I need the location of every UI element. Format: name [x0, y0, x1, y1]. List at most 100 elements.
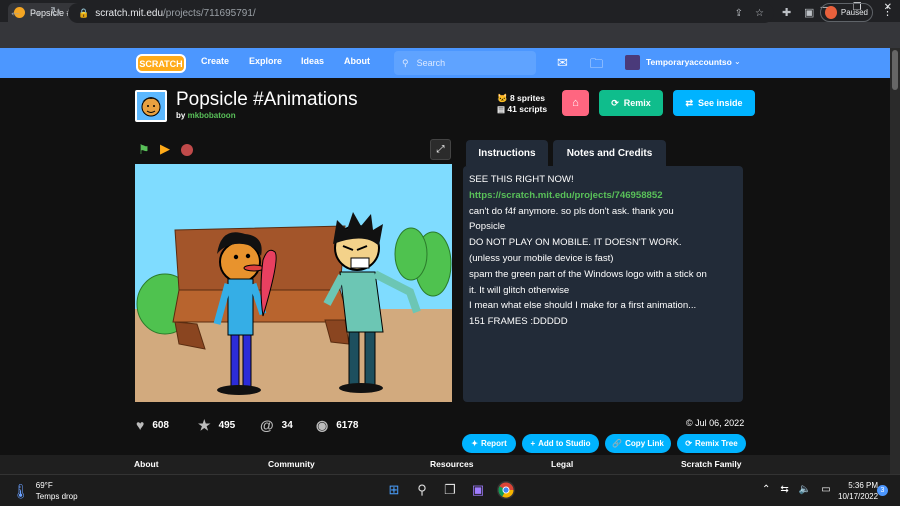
search-placeholder: Search — [416, 58, 446, 68]
instruction-line: it. It will glitch otherwise — [469, 284, 570, 296]
instruction-line: 151 FRAMES :DDDDD — [469, 316, 568, 328]
see-inside-button[interactable]: ⇄ See inside — [673, 90, 755, 116]
footer-resources: Resources — [430, 459, 474, 469]
back-icon[interactable]: ← — [9, 5, 22, 19]
battery-icon[interactable]: ▭ — [821, 484, 830, 495]
my-stuff-folder-icon[interactable]: 🗀 — [590, 55, 603, 77]
page-scrollbar[interactable] — [890, 48, 900, 474]
remix-swirl-icon: @ — [260, 417, 274, 433]
windows-start-icon[interactable]: ⊞ — [385, 481, 403, 499]
footer-about: About — [134, 459, 159, 469]
report-button[interactable]: ✦ Report — [462, 434, 516, 453]
address-bar[interactable]: 🔒 scratch.mit.edu/projects/711695791/ ⇪ … — [68, 3, 774, 23]
add-tag-button[interactable]: ⌂ — [562, 90, 589, 116]
see-inside-icon: ⇄ — [685, 97, 693, 108]
tab-notes-and-credits[interactable]: Notes and Credits — [553, 140, 666, 166]
favorite-stat[interactable]: ★ 495 — [198, 417, 235, 434]
footer-legal: Legal — [551, 459, 574, 469]
copyright-icon: © — [686, 418, 693, 428]
instruction-line: SEE THIS RIGHT NOW! — [469, 174, 574, 185]
teams-chat-icon[interactable]: ▣ — [469, 481, 487, 499]
project-stage[interactable] — [135, 164, 452, 402]
instruction-line: can't do f4f anymore. so pls don't ask. … — [469, 205, 674, 217]
instruction-line: I mean what else should I make for a fir… — [469, 300, 697, 312]
user-menu-chevron-icon[interactable]: ⌄ — [734, 57, 741, 66]
notification-badge[interactable]: 3 — [877, 485, 888, 496]
eye-icon: ◉ — [316, 417, 329, 433]
search-input[interactable]: ⚲ Search — [394, 51, 536, 75]
forward-icon[interactable]: → — [30, 5, 43, 19]
nav-ideas[interactable]: Ideas — [301, 56, 324, 66]
scrollbar-thumb[interactable] — [892, 50, 898, 90]
user-avatar[interactable] — [625, 55, 640, 70]
nav-create[interactable]: Create — [201, 56, 229, 66]
remix-tree-icon: ⟳ — [685, 439, 692, 448]
love-stat[interactable]: ♥ 608 — [136, 417, 169, 433]
author-avatar[interactable] — [135, 90, 167, 122]
search-icon: ⚲ — [402, 57, 409, 68]
author-link[interactable]: mkbobatoon — [188, 111, 236, 120]
url-text: scratch.mit.edu/projects/711695791/ — [95, 7, 256, 19]
nav-explore[interactable]: Explore — [249, 56, 282, 66]
views-stat: ◉ 6178 — [316, 417, 358, 434]
chrome-taskbar-icon[interactable] — [497, 481, 515, 499]
volume-icon[interactable]: 🔈 — [799, 484, 811, 495]
project-date: © Jul 06, 2022 — [686, 418, 745, 428]
add-to-studio-button[interactable]: + Add to Studio — [522, 434, 599, 453]
profile-status: Paused — [840, 8, 868, 17]
instructions-panel: SEE THIS RIGHT NOW! https://scratch.mit.… — [463, 166, 743, 402]
project-title: Popsicle #Animations — [176, 89, 358, 110]
copy-link-button[interactable]: 🔗 Copy Link — [605, 434, 671, 453]
lock-icon: 🔒 — [78, 7, 90, 18]
clock-date: 10/17/2022 — [838, 492, 879, 501]
taskbar-clock[interactable]: 5:36 PM 10/17/2022 — [838, 480, 878, 502]
scratch-logo[interactable]: SCRATCH — [136, 54, 186, 73]
footer-scratch-family: Scratch Family — [681, 459, 742, 469]
tray-chevron-icon[interactable]: ⌃ — [762, 484, 770, 495]
nav-about[interactable]: About — [344, 56, 370, 66]
reload-icon[interactable]: ↻ — [50, 5, 61, 19]
bookmark-star-icon[interactable]: ☆ — [755, 8, 764, 19]
stop-icon[interactable] — [181, 144, 193, 156]
thermometer-icon: 🌡 — [12, 482, 30, 499]
browser-toolbar — [0, 22, 900, 48]
taskbar-search-icon[interactable]: ⚲ — [413, 481, 431, 499]
star-icon: ★ — [198, 417, 211, 433]
profile-button[interactable]: Paused — [820, 3, 873, 22]
clock-time: 5:36 PM — [848, 481, 879, 490]
view-count: 6178 — [336, 420, 359, 431]
love-count: 608 — [152, 419, 169, 431]
remix-icon: ⟳ — [611, 97, 619, 108]
play-icon[interactable]: ▶ — [160, 141, 170, 157]
remix-count: 34 — [281, 419, 293, 431]
project-counts: 🐱 8 sprites ▤ 41 scripts — [497, 93, 547, 115]
weather-status: Temps drop — [35, 492, 78, 501]
footer-community: Community — [268, 459, 315, 469]
messages-icon[interactable]: ✉ — [557, 55, 568, 71]
green-flag-icon[interactable]: ⚑ — [138, 142, 150, 158]
by-label: by — [176, 111, 186, 120]
browser-menu-icon[interactable]: ⋮ — [882, 5, 893, 18]
username[interactable]: Temporaryaccountso — [646, 57, 732, 67]
task-view-icon[interactable]: ❐ — [441, 481, 459, 499]
fullscreen-icon[interactable]: ⤢ — [430, 139, 451, 160]
remix-tree-button[interactable]: ⟳ Remix Tree — [677, 434, 746, 453]
favorite-count: 495 — [218, 420, 236, 431]
chrome-logo-icon — [498, 482, 514, 498]
weather-widget[interactable]: 🌡 69°F Temps drop — [12, 480, 78, 502]
tab-instructions[interactable]: Instructions — [466, 140, 548, 166]
instruction-line: Popsicle — [469, 221, 506, 233]
remix-button[interactable]: ⟳ Remix — [599, 90, 663, 116]
extensions-icon[interactable]: ✚ — [782, 6, 791, 19]
weather-temp: 69°F — [35, 481, 53, 490]
tag-icon: ⌂ — [572, 97, 579, 109]
network-icon[interactable]: ⇆ — [780, 484, 788, 495]
plus-icon: + — [530, 439, 536, 448]
side-panel-icon[interactable]: ▣ — [804, 6, 814, 19]
instruction-link[interactable]: https://scratch.mit.edu/projects/7469588… — [469, 188, 737, 204]
instruction-line: spam the green part of the Windows logo … — [469, 268, 707, 280]
sprite-icon: 🐱 — [497, 93, 508, 103]
profile-avatar — [825, 6, 837, 19]
instruction-line: (unless your mobile device is fast) — [469, 252, 614, 264]
share-icon[interactable]: ⇪ — [735, 8, 743, 19]
